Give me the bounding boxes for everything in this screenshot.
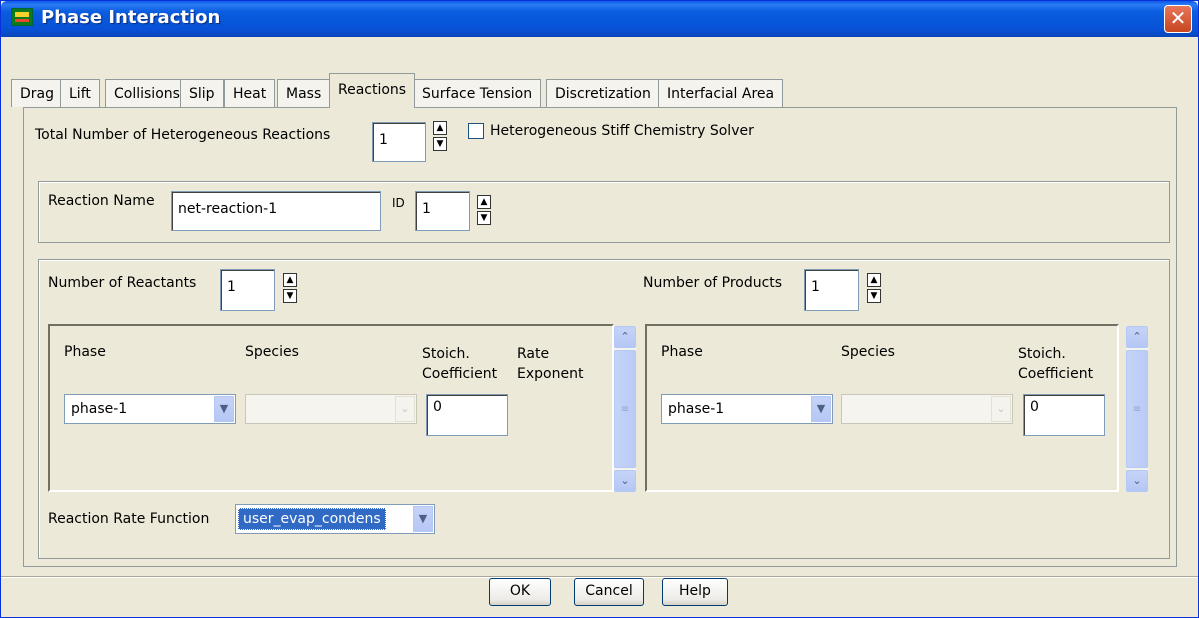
- products-species-header: Species: [841, 344, 895, 360]
- reactants-phase-header: Phase: [64, 344, 106, 360]
- num-products-label: Number of Products: [643, 275, 783, 291]
- app-icon: [11, 8, 33, 26]
- products-phase-header: Phase: [661, 344, 703, 360]
- num-products-input[interactable]: 1: [804, 269, 859, 311]
- rate-function-select[interactable]: user_evap_condens ▼: [235, 504, 435, 534]
- tab-mass[interactable]: Mass: [277, 79, 331, 107]
- scroll-thumb[interactable]: ≡: [614, 350, 636, 468]
- reaction-id-input[interactable]: 1: [415, 191, 470, 231]
- chevron-up-icon[interactable]: ⌃: [1126, 326, 1148, 348]
- tab-heat[interactable]: Heat: [224, 79, 276, 107]
- spin-up-icon[interactable]: ▲: [477, 195, 491, 209]
- chevron-down-icon[interactable]: ▼: [413, 506, 433, 532]
- num-reactants-spinner[interactable]: ▲ ▼: [283, 273, 299, 305]
- rate-function-label: Reaction Rate Function: [48, 511, 210, 527]
- reactant-phase-select[interactable]: phase-1 ▼: [64, 394, 236, 424]
- reaction-id-spinner[interactable]: ▲ ▼: [477, 195, 493, 227]
- tab-collisions[interactable]: Collisions: [105, 79, 189, 107]
- reaction-name-label: Reaction Name: [48, 193, 155, 209]
- num-products-spinner[interactable]: ▲ ▼: [867, 273, 883, 305]
- reactants-stoich-header: Stoich. Coefficient: [422, 346, 498, 382]
- tab-slip[interactable]: Slip: [180, 79, 224, 107]
- scroll-thumb[interactable]: ≡: [1126, 350, 1148, 468]
- product-phase-select[interactable]: phase-1 ▼: [661, 394, 833, 424]
- spin-down-icon[interactable]: ▼: [477, 211, 491, 225]
- reaction-id-label: ID: [392, 196, 405, 210]
- product-species-select: ⌄: [841, 394, 1013, 424]
- window-title: Phase Interaction: [41, 7, 221, 28]
- chevron-down-icon: ⌄: [395, 396, 415, 422]
- spin-up-icon[interactable]: ▲: [433, 121, 447, 135]
- reactant-phase-value: phase-1: [71, 401, 128, 417]
- chevron-up-icon[interactable]: ⌃: [614, 326, 636, 348]
- reactants-species-header: Species: [245, 344, 299, 360]
- cancel-button[interactable]: Cancel: [574, 578, 644, 606]
- total-reactions-label: Total Number of Heterogeneous Reactions: [35, 127, 331, 143]
- chevron-down-icon[interactable]: ▼: [811, 396, 831, 422]
- reactant-species-select: ⌄: [245, 394, 417, 424]
- num-reactants-input[interactable]: 1: [220, 269, 275, 311]
- reaction-name-input[interactable]: net-reaction-1: [171, 191, 381, 231]
- tab-discretization[interactable]: Discretization: [546, 79, 660, 107]
- reactants-scrollbar[interactable]: ⌃ ≡ ⌄: [614, 326, 636, 492]
- total-reactions-spinner[interactable]: ▲ ▼: [433, 121, 449, 153]
- spin-down-icon[interactable]: ▼: [283, 289, 297, 303]
- reactants-rate-header: Rate Exponent: [517, 346, 584, 382]
- total-reactions-input[interactable]: 1: [372, 122, 426, 162]
- spin-up-icon[interactable]: ▲: [867, 273, 881, 287]
- products-stoich-header: Stoich. Coefficient: [1018, 346, 1094, 382]
- ok-button[interactable]: OK: [489, 578, 551, 606]
- help-button[interactable]: Help: [662, 578, 728, 606]
- product-stoich-input[interactable]: 0: [1023, 394, 1105, 436]
- stiff-solver-checkbox[interactable]: [468, 123, 484, 139]
- phase-interaction-dialog: Phase Interaction ✕ Drag Lift Collisions…: [0, 0, 1199, 618]
- tab-drag[interactable]: Drag: [11, 79, 64, 107]
- chevron-down-icon[interactable]: ⌄: [614, 470, 636, 492]
- stiff-solver-label: Heterogeneous Stiff Chemistry Solver: [490, 123, 754, 139]
- product-phase-value: phase-1: [668, 401, 725, 417]
- chevron-down-icon[interactable]: ⌄: [1126, 470, 1148, 492]
- tab-interfacial-area[interactable]: Interfacial Area: [658, 79, 784, 107]
- close-button[interactable]: ✕: [1164, 5, 1192, 33]
- spin-down-icon[interactable]: ▼: [433, 137, 447, 151]
- spin-down-icon[interactable]: ▼: [867, 289, 881, 303]
- chevron-down-icon: ⌄: [991, 396, 1011, 422]
- products-scrollbar[interactable]: ⌃ ≡ ⌄: [1126, 326, 1148, 492]
- rate-function-value: user_evap_condens: [238, 508, 386, 530]
- tab-surface-tension[interactable]: Surface Tension: [413, 79, 542, 107]
- reactant-stoich-input[interactable]: 0: [426, 394, 508, 436]
- tab-lift[interactable]: Lift: [60, 79, 100, 107]
- spin-up-icon[interactable]: ▲: [283, 273, 297, 287]
- num-reactants-label: Number of Reactants: [48, 275, 197, 291]
- tab-reactions[interactable]: Reactions: [329, 73, 416, 108]
- chevron-down-icon[interactable]: ▼: [214, 396, 234, 422]
- title-bar[interactable]: Phase Interaction ✕: [1, 1, 1198, 37]
